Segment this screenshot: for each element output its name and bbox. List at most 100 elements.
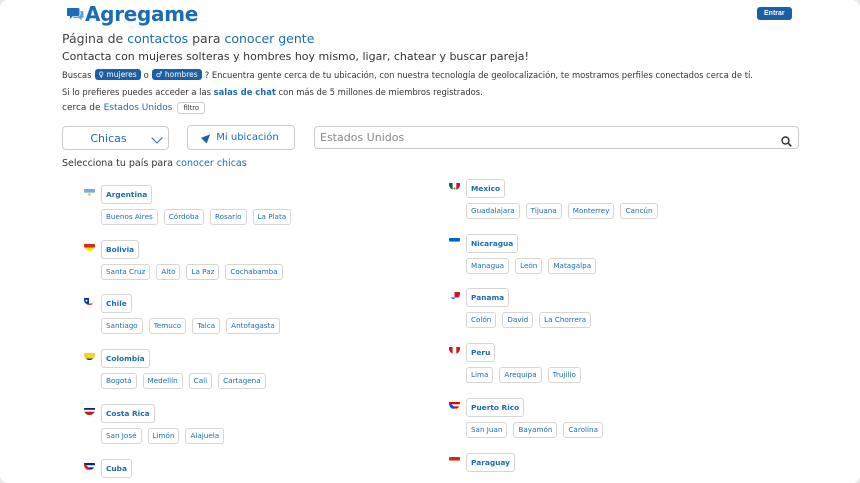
city-link[interactable]: Bayamón [513,421,558,438]
country-link[interactable]: Bolivia [101,239,140,259]
women-button[interactable]: ♀ mujeres [94,69,141,80]
city-link[interactable]: Alajuela [185,427,225,444]
city-link[interactable]: Tijuana [525,203,562,219]
city-link[interactable]: Cochabamba [225,263,283,280]
men-button[interactable]: ♂ hombres [151,69,202,80]
paraguay-flag-icon [449,453,460,464]
country-link[interactable]: Cuba [101,458,132,478]
meet-girls-link[interactable]: conocer chicas [176,158,247,169]
city-link[interactable]: Lima [466,367,494,384]
chat-bubbles-icon [66,6,84,22]
logo[interactable]: Agregame [66,2,199,26]
logo-text: Agregame [85,2,199,26]
city-list: San José Limón Alajuela [101,427,230,444]
city-link[interactable]: Monterrey [567,203,615,219]
login-button[interactable]: Entrar [757,7,792,20]
city-link[interactable]: La Chorrera [539,312,592,329]
city-link[interactable]: Bogotá [101,373,137,390]
line3-or: o [143,69,149,80]
city-list: Santiago Temuco Talca Antofagasta [101,318,286,335]
country-link[interactable]: Paraguay [466,452,515,472]
city-link[interactable]: Rosario [209,209,247,225]
location-link[interactable]: Estados Unidos [104,103,173,113]
city-link[interactable]: Alto [156,263,181,280]
page: Agregame Entrar Página de contactos para… [0,0,860,483]
city-link[interactable]: David [502,312,534,329]
city-link[interactable]: Limón [147,427,180,444]
location-arrow-icon [201,131,214,144]
city-list: Lima Arequipa Trujillo [466,367,587,384]
contacts-link[interactable]: contactos [127,31,188,46]
mexico-flag-icon [449,179,460,190]
search-icon[interactable] [781,132,792,147]
city-link[interactable]: Talca [192,318,221,335]
city-link[interactable]: Colón [466,312,497,329]
search-input[interactable] [320,131,760,144]
city-list: Guadalajara Tijuana Monterrey Cancún [466,203,664,219]
country-link[interactable]: Panama [466,288,510,308]
gender-select-value: Chicas [90,131,127,145]
countries-intro-pre: Selecciona tu país para [62,158,176,169]
top-bar: Agregame Entrar [0,0,860,28]
city-link[interactable]: Medellín [142,373,183,390]
city-link[interactable]: Santa Cruz [101,263,151,280]
line4-pre: Si lo prefieres puedes acceder a las [62,87,214,97]
city-link[interactable]: Cali [188,373,213,390]
city-link[interactable]: Cancún [620,203,658,219]
city-link[interactable]: San Juan [466,421,508,438]
city-link[interactable]: Carolina [563,421,603,438]
city-link[interactable]: La Paz [186,263,220,280]
city-list: Managua León Matagalpa [466,257,602,274]
city-list: Bogotá Medellín Cali Cartagena [101,373,272,390]
city-link[interactable]: Córdoba [163,209,204,225]
country-link[interactable]: Mexico [466,179,506,198]
country-link[interactable]: Chile [101,294,132,314]
city-link[interactable]: Guadalajara [466,203,520,219]
panama-flag-icon [449,288,460,300]
chile-flag-icon [84,294,95,306]
chat-rooms-line: Si lo prefieres puedes acceder a las sal… [62,87,483,97]
near-location-line: cerca de Estados Unidos filtro [62,102,206,114]
women-label: mujeres [106,70,137,79]
country-link[interactable]: Costa Rica [101,403,155,423]
line3-post: ? Encuentra gente cerca de tu ubicación,… [204,69,753,80]
country-link[interactable]: Nicaragua [466,233,519,253]
city-link[interactable]: Buenos Aires [101,209,158,225]
city-link[interactable]: Matagalpa [548,257,597,274]
meet-people-link[interactable]: conocer gente [224,31,314,46]
country-link[interactable]: Puerto Rico [466,397,525,417]
my-location-button[interactable]: Mi ubicación [187,125,295,150]
city-link[interactable]: Trujillo [547,367,581,384]
city-list: Colón David La Chorrera [466,312,597,329]
line3-pre: Buscas [62,69,92,80]
page-title: Página de contactos para conocer gente [62,31,314,46]
city-link[interactable]: Santiago [101,318,143,335]
argentina-flag-icon [84,185,95,196]
city-link[interactable]: Managua [466,257,510,274]
my-location-label: Mi ubicación [216,132,279,143]
city-link[interactable]: La Plata [252,209,292,225]
city-link[interactable]: Cartagena [218,373,266,390]
filter-button[interactable]: filtro [177,102,206,114]
country-link[interactable]: Argentina [101,185,153,204]
countries-intro: Selecciona tu país para conocer chicas [62,158,247,169]
city-link[interactable]: Arequipa [499,367,542,384]
country-link[interactable]: Colombia [101,349,150,369]
city-link[interactable]: Antofagasta [226,318,280,335]
city-list: Santa Cruz Alto La Paz Cochabamba [101,263,289,280]
male-icon: ♂ [155,70,165,79]
cuba-flag-icon [84,459,95,470]
line4-post: con más de 5 millones de miembros regist… [275,87,483,97]
city-link[interactable]: León [515,257,543,274]
title-text-mid: para [188,31,225,46]
search-intro-line: Buscas ♀ mujeres o ♂ hombres ? Encuentra… [62,69,753,80]
peru-flag-icon [449,343,460,355]
chat-rooms-link[interactable]: salas de chat [214,87,276,97]
city-link[interactable]: San José [101,427,142,444]
gender-select[interactable]: Chicas [62,126,169,150]
colombia-flag-icon [84,349,95,361]
city-link[interactable]: Temuco [148,318,187,335]
puerto-rico-flag-icon [449,398,460,409]
men-label: hombres [164,70,198,79]
country-link[interactable]: Peru [466,343,496,363]
